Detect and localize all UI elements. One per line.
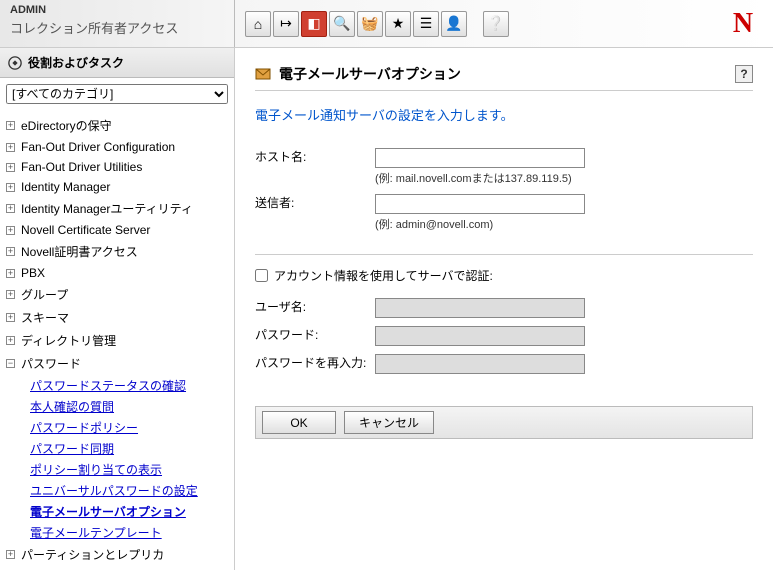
form-table-2: ユーザ名: パスワード: パスワードを再入力: [255, 294, 591, 378]
list-icon[interactable]: ☰ [413, 11, 439, 37]
host-label: ホスト名: [255, 144, 375, 190]
tree-item-label: Identity Manager [21, 180, 110, 194]
roles-icon [8, 56, 22, 70]
pw-label: パスワード: [255, 322, 375, 350]
tree-item-label: Novell証明書アクセス [21, 243, 138, 260]
help-icon[interactable]: ❔ [483, 11, 509, 37]
auth-row: アカウント情報を使用してサーバで認証: [255, 267, 753, 284]
expand-icon[interactable]: + [6, 269, 15, 278]
expand-icon[interactable]: + [6, 183, 15, 192]
expand-icon[interactable]: + [6, 163, 15, 172]
divider [255, 254, 753, 255]
admin-label: ADMIN [10, 4, 224, 16]
host-hint: (例: mail.novell.comまたは137.89.119.5) [375, 170, 585, 186]
expand-icon[interactable]: + [6, 550, 15, 559]
tree-item[interactable]: + PBX [6, 263, 228, 283]
tree-children: パスワードステータスの確認本人確認の質問パスワードポリシーパスワード同期ポリシー… [6, 375, 228, 543]
expand-icon[interactable]: + [6, 336, 15, 345]
tree-item[interactable]: + Fan-Out Driver Configuration [6, 137, 228, 157]
help-button[interactable]: ? [735, 65, 753, 83]
logo: N [713, 0, 773, 47]
tree-link[interactable]: 電子メールテンプレート [30, 522, 228, 543]
header-left: ADMIN コレクション所有者アクセス [0, 0, 235, 47]
tree-item-label: PBX [21, 266, 45, 280]
tree-link[interactable]: 本人確認の質問 [30, 396, 228, 417]
tree-item[interactable]: + グループ [6, 283, 228, 306]
button-bar: OK キャンセル [255, 406, 753, 439]
main-panel: 電子メールサーバオプション ? 電子メール通知サーバの設定を入力します。 ホスト… [235, 48, 773, 570]
tree-link[interactable]: パスワード同期 [30, 438, 228, 459]
collapse-icon[interactable]: − [6, 359, 15, 368]
expand-icon[interactable]: + [6, 226, 15, 235]
tree-link[interactable]: ポリシー割り当ての表示 [30, 459, 228, 480]
tree-item[interactable]: + eDirectoryの保守 [6, 114, 228, 137]
tree-item[interactable]: + Novell証明書アクセス [6, 240, 228, 263]
tree-item-label: パスワード [21, 355, 81, 372]
from-input[interactable] [375, 194, 585, 214]
tree-item[interactable]: + ディレクトリ管理 [6, 329, 228, 352]
tree-item-label: eDirectoryの保守 [21, 117, 112, 134]
user-icon[interactable]: 👤 [441, 11, 467, 37]
tree-item[interactable]: + Identity Manager [6, 177, 228, 197]
pw-input [375, 326, 585, 346]
tree-item-label: Fan-Out Driver Utilities [21, 160, 142, 174]
mail-server-icon [255, 66, 271, 82]
tree-item-label: Identity Managerユーティリティ [21, 200, 193, 217]
auth-label: アカウント情報を使用してサーバで認証: [274, 267, 493, 284]
expand-icon[interactable]: + [6, 290, 15, 299]
flag-icon[interactable]: ◧ [301, 11, 327, 37]
expand-icon[interactable]: + [6, 313, 15, 322]
tree-link[interactable]: パスワードポリシー [30, 417, 228, 438]
category-select[interactable]: [すべてのカテゴリ] [6, 84, 228, 104]
tree-link[interactable]: パスワードステータスの確認 [30, 375, 228, 396]
user-input [375, 298, 585, 318]
user-label: ユーザ名: [255, 294, 375, 322]
tree-item[interactable]: + Fan-Out Driver Utilities [6, 157, 228, 177]
toolbar: ⌂ ↦ ◧ 🔍 🧺 ★ ☰ 👤 ❔ [235, 0, 713, 47]
auth-checkbox[interactable] [255, 269, 268, 282]
tree-item-label: ディレクトリ管理 [21, 332, 116, 349]
from-hint: (例: admin@novell.com) [375, 216, 585, 232]
tree-item[interactable]: + スキーマ [6, 306, 228, 329]
panel-title-text: 電子メールサーバオプション [279, 64, 461, 84]
exit-icon[interactable]: ↦ [273, 11, 299, 37]
intro-text: 電子メール通知サーバの設定を入力します。 [255, 105, 753, 124]
tree-item[interactable]: + Identity Managerユーティリティ [6, 197, 228, 220]
expand-icon[interactable]: + [6, 121, 15, 130]
form-table-1: ホスト名: (例: mail.novell.comまたは137.89.119.5… [255, 144, 591, 236]
tree-link[interactable]: 電子メールサーバオプション [30, 501, 228, 522]
from-label: 送信者: [255, 190, 375, 236]
tree-item[interactable]: + Novell Certificate Server [6, 220, 228, 240]
host-input[interactable] [375, 148, 585, 168]
ok-button[interactable]: OK [262, 411, 336, 434]
expand-icon[interactable]: + [6, 143, 15, 152]
pw2-label: パスワードを再入力: [255, 350, 375, 378]
home-icon[interactable]: ⌂ [245, 11, 271, 37]
tree-item-label: スキーマ [21, 309, 69, 326]
header: ADMIN コレクション所有者アクセス ⌂ ↦ ◧ 🔍 🧺 ★ ☰ 👤 ❔ N [0, 0, 773, 48]
sidebar: 役割およびタスク [すべてのカテゴリ] + eDirectoryの保守 + Fan-O… [0, 48, 235, 570]
expand-icon[interactable]: + [6, 204, 15, 213]
nav-tree: + eDirectoryの保守 + Fan-Out Driver Configurat… [0, 110, 234, 570]
tree-item-label: グループ [21, 286, 68, 303]
sidebar-header: 役割およびタスク [0, 48, 234, 78]
panel-title: 電子メールサーバオプション [255, 64, 461, 84]
pw2-input [375, 354, 585, 374]
header-subtitle: コレクション所有者アクセス [10, 18, 224, 37]
tree-item[interactable]: + パーティションとレプリカ [6, 543, 228, 566]
star-icon[interactable]: ★ [385, 11, 411, 37]
tree-link[interactable]: ユニバーサルパスワードの設定 [30, 480, 228, 501]
tree-item-label: パーティションとレプリカ [21, 546, 164, 563]
tree-item[interactable]: −パスワード [6, 352, 228, 375]
basket-icon[interactable]: 🧺 [357, 11, 383, 37]
tree-item-label: Fan-Out Driver Configuration [21, 140, 175, 154]
search-icon[interactable]: 🔍 [329, 11, 355, 37]
expand-icon[interactable]: + [6, 247, 15, 256]
sidebar-title: 役割およびタスク [28, 54, 124, 71]
tree-item-label: Novell Certificate Server [21, 223, 150, 237]
cancel-button[interactable]: キャンセル [344, 411, 434, 434]
